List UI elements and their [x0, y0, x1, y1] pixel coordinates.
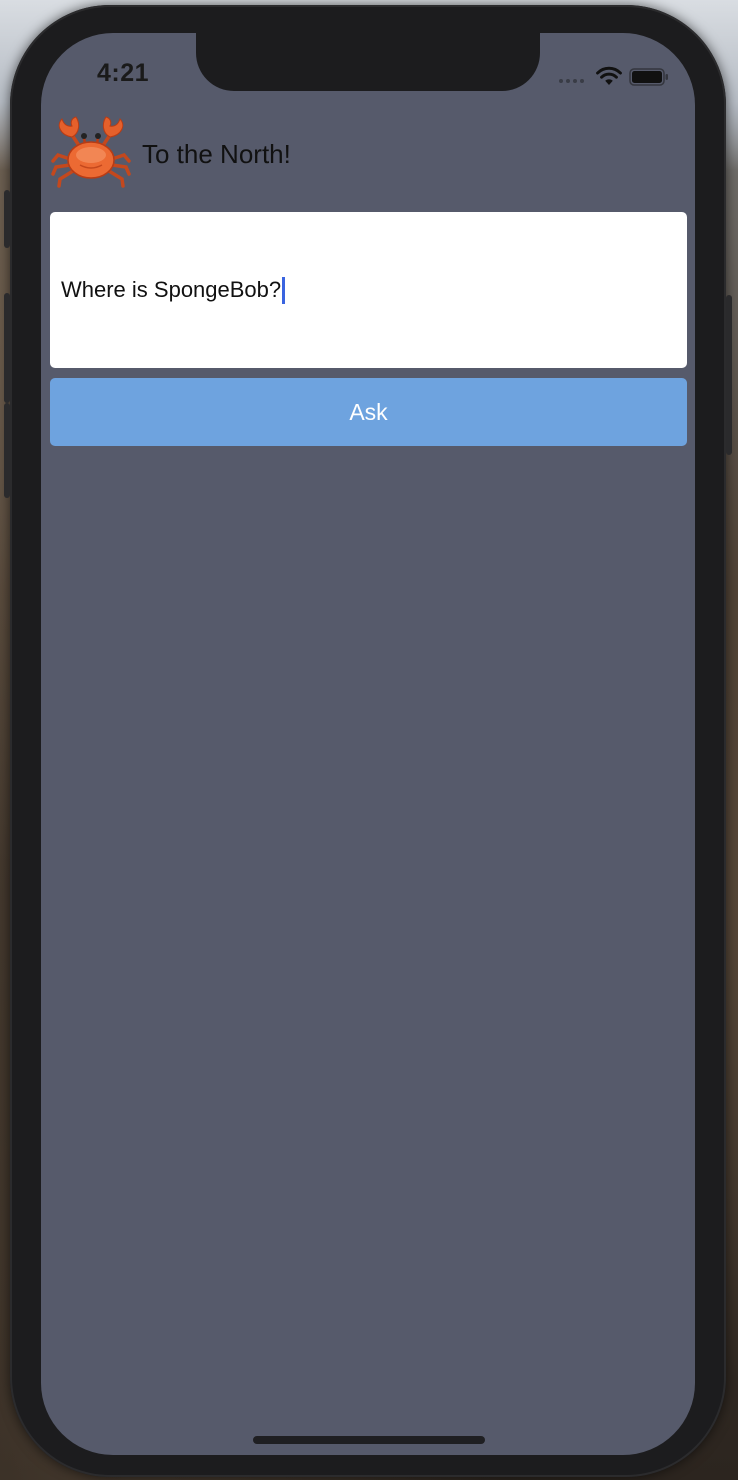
power-button [726, 295, 732, 455]
ask-button[interactable]: Ask [50, 378, 687, 446]
status-time: 4:21 [97, 59, 150, 87]
battery-icon [629, 68, 668, 86]
volume-up-button [4, 293, 10, 403]
app-header: To the North! [50, 113, 291, 195]
text-cursor [282, 276, 286, 304]
wifi-icon [596, 66, 622, 85]
question-input-value: Where is SpongeBob? [61, 277, 282, 302]
app-screen: 4:21 To the North! Where is SpongeBob? A… [41, 33, 695, 1455]
home-indicator[interactable] [253, 1436, 485, 1444]
volume-down-button [4, 403, 10, 498]
question-input[interactable]: Where is SpongeBob? [50, 212, 687, 368]
signal-icon [559, 79, 584, 83]
app-title: To the North! [142, 138, 291, 169]
crab-icon [51, 116, 131, 188]
device-frame: 4:21 To the North! Where is SpongeBob? A… [4, 5, 732, 1477]
notch [196, 33, 540, 91]
side-button [4, 190, 10, 248]
